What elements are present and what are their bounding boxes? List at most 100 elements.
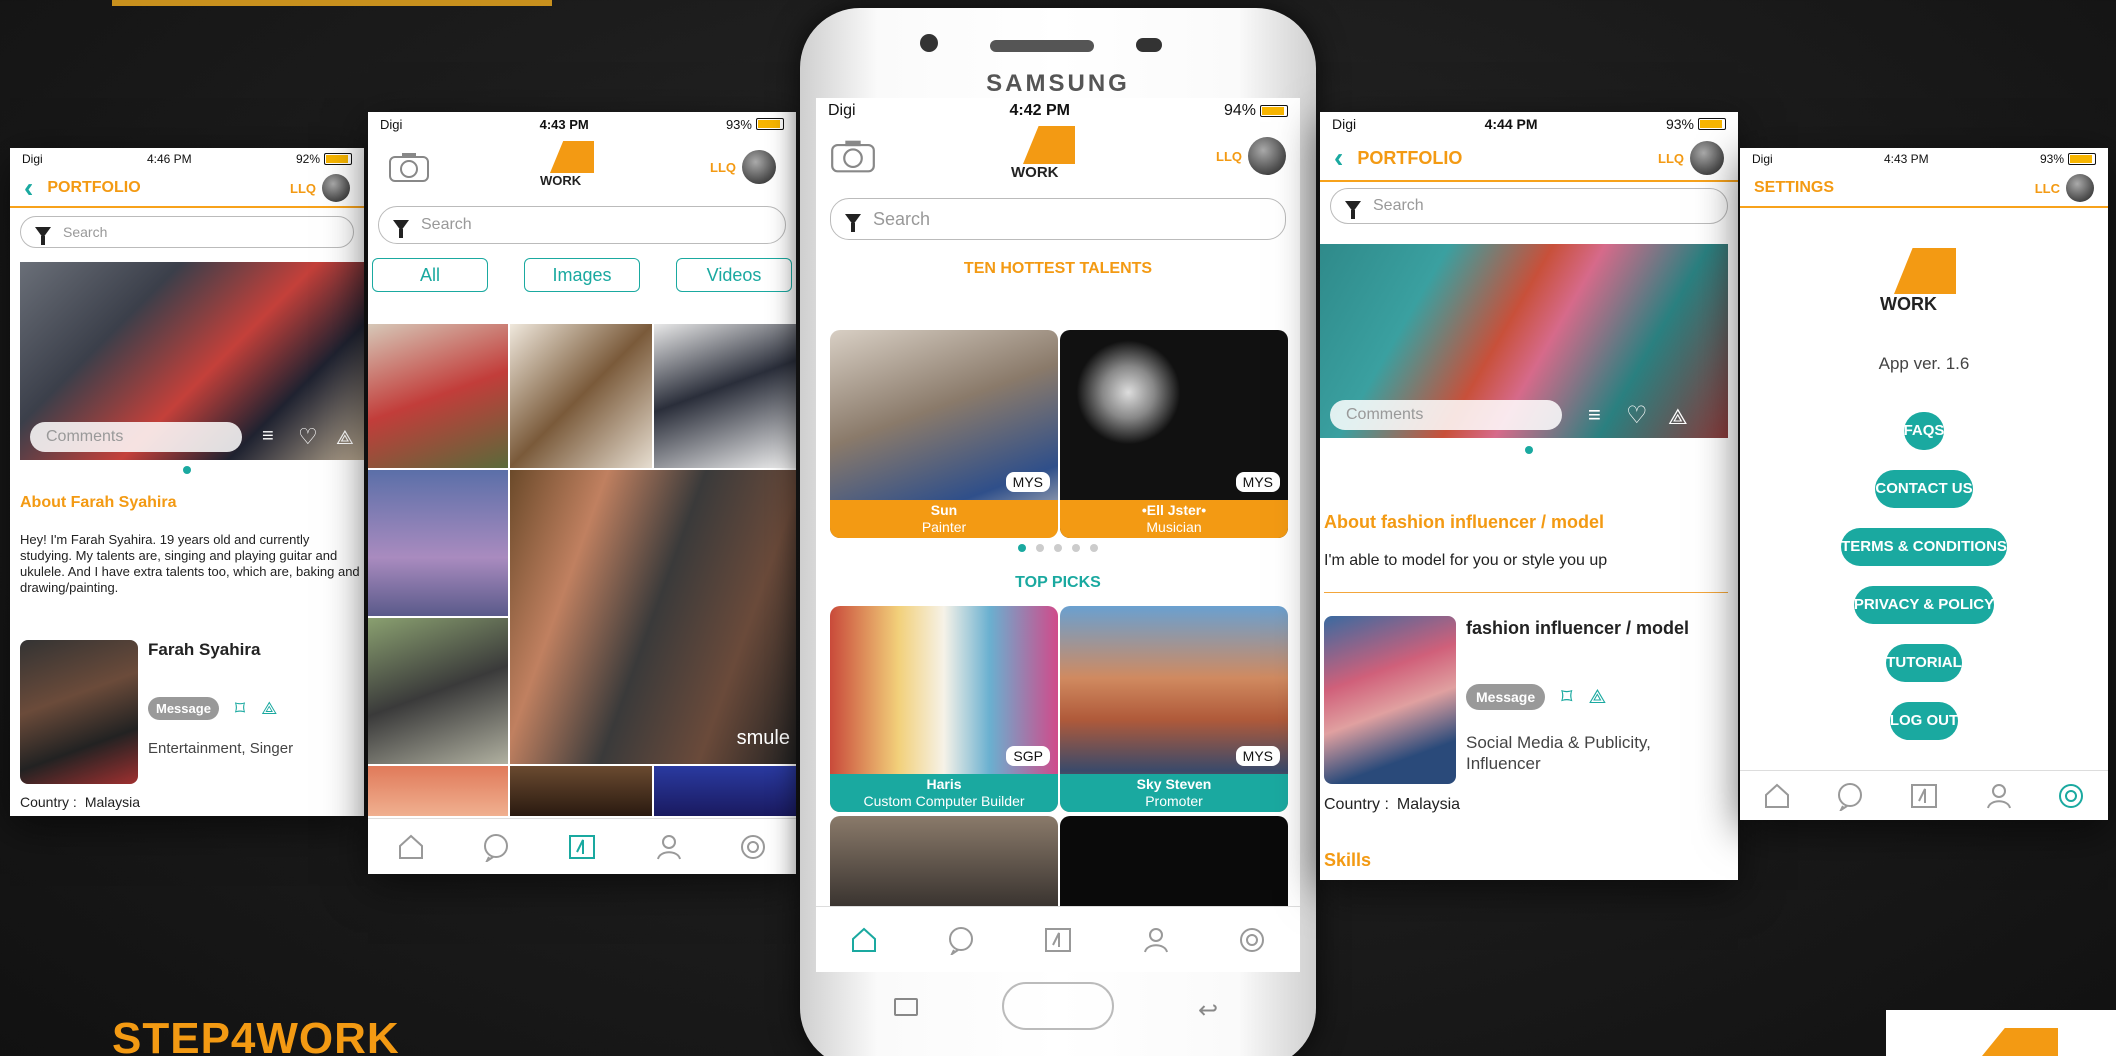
chat-icon[interactable] <box>481 832 511 862</box>
search-input[interactable]: Search <box>1330 188 1728 224</box>
tab-all[interactable]: All <box>372 258 488 292</box>
country-value: Malaysia <box>84 794 141 810</box>
chat-icon[interactable] <box>946 925 976 955</box>
message-button[interactable]: Message <box>1466 684 1546 710</box>
back-arrow-icon[interactable]: ‹ <box>1334 142 1343 174</box>
menu-icon[interactable]: ≡ <box>1588 402 1601 428</box>
share-icon[interactable]: ⟁ <box>1588 686 1606 709</box>
status-time: 4:43 PM <box>539 116 589 132</box>
skills-title: Skills <box>1324 850 1372 870</box>
avatar[interactable] <box>1248 137 1286 175</box>
contact-us-button[interactable]: CONTACT US <box>1875 470 1973 508</box>
share-icon[interactable]: ⟁ <box>1668 404 1688 430</box>
avatar[interactable] <box>2066 174 2094 202</box>
faqs-button[interactable]: FAQS <box>1903 412 1945 450</box>
country-badge: MYS <box>1235 746 1280 766</box>
media-tile[interactable] <box>654 324 796 468</box>
search-input[interactable]: Search <box>378 206 786 244</box>
pick-card[interactable] <box>830 816 1058 906</box>
profile-thumbnail[interactable] <box>20 640 138 784</box>
header: ‹ PORTFOLIO LLQ <box>1320 136 1738 182</box>
home-icon[interactable] <box>1762 781 1792 811</box>
recents-key[interactable] <box>894 998 918 1016</box>
heart-icon[interactable]: ♡ <box>298 424 318 450</box>
pick-caption: Sky Steven Promoter <box>1060 774 1288 812</box>
tab-videos[interactable]: Videos <box>676 258 792 292</box>
media-tile[interactable] <box>368 470 508 616</box>
back-arrow-icon[interactable]: ‹ <box>24 172 33 204</box>
settings-icon[interactable] <box>2056 781 2086 811</box>
cover-photo[interactable]: Comments ≡ ♡ ⟁ <box>20 262 364 460</box>
profile-icon[interactable] <box>1140 925 1170 955</box>
heart-icon[interactable]: ♡ <box>1626 401 1648 430</box>
status-bar: Digi 4:43 PM 93% <box>368 112 796 136</box>
media-tile[interactable] <box>510 324 652 468</box>
share-icon[interactable]: ⟁ <box>261 698 277 719</box>
step4-icon[interactable] <box>1909 781 1939 811</box>
search-placeholder: Search <box>421 216 472 233</box>
home-icon[interactable] <box>396 832 426 862</box>
battery-percent: 92% <box>295 152 320 166</box>
samsung-phone-frame: SAMSUNG Digi 4:42 PM 94% WORK LLQ Search… <box>800 8 1316 1056</box>
profile-icon[interactable] <box>653 832 683 862</box>
chat-icon[interactable] <box>1835 781 1865 811</box>
filter-icon[interactable] <box>1345 200 1361 219</box>
comment-input[interactable]: Comments <box>1330 400 1562 430</box>
settings-icon[interactable] <box>738 832 768 862</box>
camera-icon[interactable] <box>830 138 876 174</box>
filter-icon[interactable] <box>393 219 409 238</box>
profile-name: fashion influencer / model <box>1466 618 1690 638</box>
home-screen: Digi 4:42 PM 94% WORK LLQ Search TEN HOT… <box>816 98 1300 906</box>
comment-input[interactable]: Comments <box>30 422 242 452</box>
media-tile[interactable] <box>368 618 508 764</box>
phone-brand: SAMSUNG <box>986 70 1130 97</box>
pick-name: Sky Steven <box>1136 776 1212 792</box>
status-bar: Digi 4:44 PM 93% <box>1320 112 1738 136</box>
avatar[interactable] <box>1690 141 1724 175</box>
media-tile[interactable] <box>510 766 652 816</box>
pick-card[interactable]: SGP Haris Custom Computer Builder <box>830 606 1058 812</box>
battery-percent: 94% <box>1223 102 1256 119</box>
home-key[interactable] <box>1002 982 1114 1030</box>
bookmark-icon[interactable]: ⌑ <box>235 696 245 721</box>
back-key[interactable]: ↩ <box>1198 996 1218 1025</box>
app-logo: WORK <box>1011 126 1081 186</box>
terms-button[interactable]: TERMS & CONDITIONS <box>1841 528 2007 566</box>
filter-icon[interactable] <box>845 213 861 232</box>
talent-card[interactable]: MYS Sun Painter <box>830 330 1058 538</box>
message-button[interactable]: Message <box>148 697 219 720</box>
settings-icon[interactable] <box>1237 925 1267 955</box>
menu-icon[interactable]: ≡ <box>262 425 274 448</box>
camera-icon[interactable] <box>388 151 430 183</box>
top-bar: WORK LLQ <box>816 124 1300 188</box>
media-tile[interactable] <box>368 766 508 816</box>
battery-percent: 93% <box>1665 116 1694 132</box>
share-icon[interactable]: ⟁ <box>336 427 354 450</box>
talent-card[interactable]: MYS •Ell Jster• Musician <box>1060 330 1288 538</box>
avatar[interactable] <box>322 174 350 202</box>
tutorial-button[interactable]: TUTORIAL <box>1886 644 1962 682</box>
search-input[interactable]: Search <box>20 216 354 248</box>
filter-icon[interactable] <box>35 226 51 245</box>
media-tile[interactable] <box>368 324 508 468</box>
tab-images[interactable]: Images <box>524 258 640 292</box>
status-bar: Digi 4:42 PM 94% <box>816 98 1300 124</box>
cover-photo[interactable]: Comments ≡ ♡ ⟁ <box>1320 244 1728 438</box>
media-tile[interactable]: smule <box>510 470 796 764</box>
profile-icon[interactable] <box>1983 781 2013 811</box>
home-icon[interactable] <box>849 925 879 955</box>
media-tile[interactable] <box>654 766 796 816</box>
search-input[interactable]: Search <box>830 198 1286 240</box>
step4-icon[interactable] <box>567 832 597 862</box>
profile-thumbnail[interactable] <box>1324 616 1456 784</box>
pick-card[interactable] <box>1060 816 1288 906</box>
step4-icon[interactable] <box>1043 925 1073 955</box>
earpiece <box>990 40 1094 52</box>
avatar[interactable] <box>742 150 776 184</box>
pick-card[interactable]: MYS Sky Steven Promoter <box>1060 606 1288 812</box>
logout-button[interactable]: LOG OUT <box>1889 702 1959 740</box>
pick-role: Custom Computer Builder <box>863 793 1025 809</box>
privacy-button[interactable]: PRIVACY & POLICY <box>1853 586 1995 624</box>
user-label: LLQ <box>1216 148 1242 164</box>
bookmark-icon[interactable]: ⌑ <box>1561 684 1572 710</box>
